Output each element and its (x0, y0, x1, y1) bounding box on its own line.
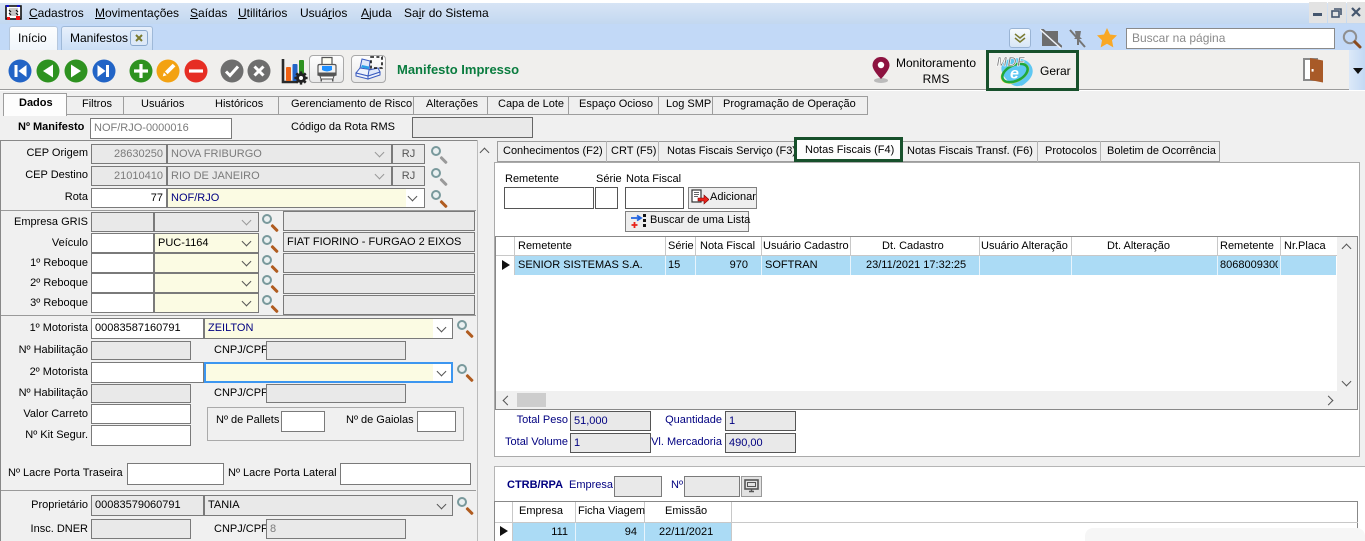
svg-text:MDF: MDF (997, 55, 1026, 69)
